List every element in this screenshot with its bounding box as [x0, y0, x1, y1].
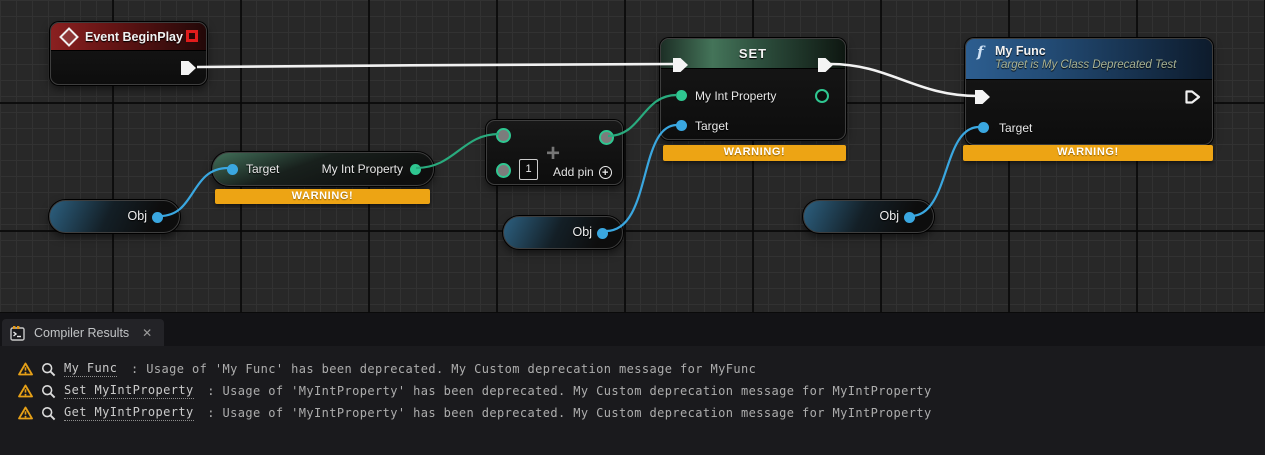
node-title: SET [739, 46, 767, 61]
exec-out-pin[interactable] [181, 61, 196, 75]
search-icon[interactable] [41, 384, 56, 399]
message-text: : Usage of 'MyIntProperty' has been depr… [200, 406, 932, 420]
node-link[interactable]: Set MyIntProperty [64, 383, 194, 399]
add-pin-button[interactable]: Add pin + [553, 165, 612, 179]
exec-out-pin[interactable] [1185, 90, 1201, 104]
target-pin-label: Target [695, 119, 728, 133]
function-node-header: f My Func Target is My Class Deprecated … [966, 39, 1212, 80]
search-icon[interactable] [41, 362, 56, 377]
variable-label: Obj [128, 209, 147, 223]
value-out-pin[interactable] [410, 164, 421, 175]
add-input-b-pin[interactable] [496, 163, 511, 178]
add-pin-label: Add pin [553, 165, 594, 179]
add-operator-icon: + [546, 145, 560, 163]
exec-wire-beginplay-to-set [197, 64, 676, 67]
warning-banner: WARNING! [963, 145, 1213, 161]
target-in-pin[interactable] [676, 120, 687, 131]
node-add[interactable]: 1 + Add pin + [486, 120, 623, 185]
tab-label: Compiler Results [34, 326, 129, 340]
close-icon[interactable]: ✕ [142, 326, 152, 340]
warning-icon [18, 362, 33, 376]
message-text: : Usage of 'My Func' has been deprecated… [123, 362, 756, 376]
target-pin-label: Target [246, 162, 279, 176]
variable-label: Obj [573, 225, 592, 239]
variable-label: Obj [880, 209, 899, 223]
set-node-header: SET [661, 39, 845, 69]
search-icon[interactable] [41, 406, 56, 421]
node-subtitle: Target is My Class Deprecated Test [995, 59, 1176, 71]
default-value-field[interactable]: 1 [519, 159, 538, 180]
tab-compiler-results[interactable]: Compiler Results ✕ [2, 319, 164, 347]
node-event-beginplay[interactable]: Event BeginPlay [50, 22, 207, 85]
node-title: My Func [995, 44, 1046, 58]
function-icon: f [977, 43, 983, 61]
obj-out-pin[interactable] [152, 212, 163, 223]
node-obj-variable-middle[interactable]: Obj [503, 216, 623, 249]
node-link[interactable]: Get MyIntProperty [64, 405, 194, 421]
add-output-pin[interactable] [599, 130, 614, 145]
message-text: : Usage of 'MyIntProperty' has been depr… [200, 384, 932, 398]
prop-pin-label: My Int Property [695, 89, 776, 103]
node-title: Event BeginPlay [85, 30, 183, 44]
event-icon [59, 27, 79, 47]
output-pin-label: My Int Property [322, 162, 403, 176]
blueprint-editor: Event BeginPlay Target My Int Property W… [0, 0, 1265, 455]
blueprint-graph-canvas[interactable]: Event BeginPlay Target My Int Property W… [0, 0, 1265, 312]
target-pin-label: Target [999, 121, 1032, 135]
event-node-header: Event BeginPlay [51, 23, 206, 51]
circle-plus-icon: + [599, 166, 612, 179]
node-get-my-int-property[interactable]: Target My Int Property [212, 152, 434, 186]
compiler-results-icon [10, 325, 25, 341]
target-in-pin[interactable] [978, 122, 989, 133]
node-set-my-int-property[interactable]: SET My Int Property Target [660, 38, 846, 140]
exec-wire-set-to-myfunc [830, 64, 978, 96]
target-in-pin[interactable] [227, 164, 238, 175]
prop-out-pin[interactable] [815, 89, 829, 103]
compiler-results-log: My Func : Usage of 'My Func' has been de… [0, 346, 1265, 455]
warning-banner: WARNING! [663, 145, 846, 161]
node-link[interactable]: My Func [64, 361, 117, 377]
compiler-message-row: Get MyIntProperty : Usage of 'MyIntPrope… [18, 403, 932, 423]
node-obj-variable-left[interactable]: Obj [49, 200, 180, 233]
bottom-panel-tab-strip: Compiler Results ✕ [0, 312, 1265, 347]
compiler-message-row: My Func : Usage of 'My Func' has been de… [18, 359, 756, 379]
node-obj-variable-right[interactable]: Obj [803, 200, 934, 233]
node-my-func[interactable]: f My Func Target is My Class Deprecated … [965, 38, 1213, 145]
warning-icon [18, 406, 33, 420]
obj-out-pin[interactable] [597, 228, 608, 239]
red-square-icon [186, 30, 198, 42]
add-input-a-pin[interactable] [496, 128, 511, 143]
exec-in-pin[interactable] [975, 90, 990, 104]
prop-in-pin[interactable] [676, 90, 687, 101]
compiler-message-row: Set MyIntProperty : Usage of 'MyIntPrope… [18, 381, 932, 401]
obj-out-pin[interactable] [904, 212, 915, 223]
warning-banner: WARNING! [215, 189, 430, 204]
warning-icon [18, 384, 33, 398]
